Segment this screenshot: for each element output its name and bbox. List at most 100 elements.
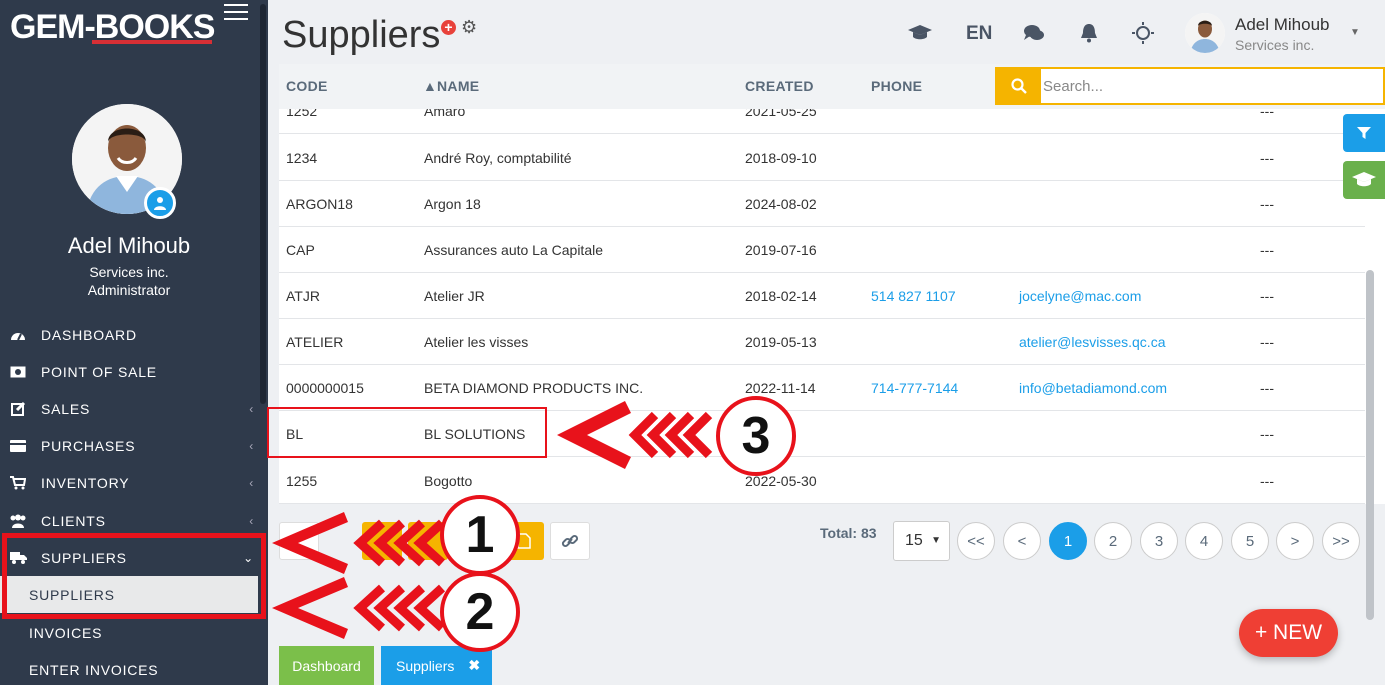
column-code[interactable]: CODE [286, 78, 328, 94]
per-page-value: 15 [905, 532, 923, 549]
filter-icon[interactable] [1343, 114, 1385, 152]
page-prev[interactable]: < [1003, 522, 1041, 560]
brightness-icon[interactable] [1130, 20, 1156, 46]
cell-extra: --- [1260, 196, 1274, 212]
table-row[interactable]: ATELIER Atelier les visses 2019-05-13 at… [279, 319, 1365, 365]
main-scrollbar[interactable] [1366, 110, 1376, 620]
page-3[interactable]: 3 [1140, 522, 1178, 560]
cell-phone[interactable]: 714-777-7144 [871, 380, 958, 396]
column-phone[interactable]: PHONE [871, 78, 922, 94]
page-5[interactable]: 5 [1231, 522, 1269, 560]
user-name: Adel Mihoub [67, 233, 191, 258]
language-selector[interactable]: EN [966, 23, 992, 45]
nav-invoices[interactable]: INVOICES [0, 614, 258, 651]
table-row[interactable]: ATJR Atelier JR 2018-02-14 514 827 1107 … [279, 273, 1365, 319]
menu-toggle-icon[interactable] [224, 4, 248, 22]
per-page-select[interactable]: 15 ▼ [893, 521, 950, 561]
tab-label: Suppliers [396, 657, 455, 674]
cell-name: Argon 18 [424, 196, 481, 212]
cell-code: ATJR [286, 288, 320, 304]
cell-created: 2024-08-02 [745, 196, 817, 212]
cell-extra: --- [1260, 334, 1274, 350]
table-row[interactable]: 1234 André Roy, comptabilité 2018-09-10 … [279, 135, 1365, 181]
cell-created: 2022-11-14 [745, 380, 816, 396]
cell-extra: --- [1260, 426, 1274, 442]
cart-icon [9, 475, 27, 490]
chevron-left-icon: ‹ [249, 476, 254, 490]
page-last[interactable]: >> [1322, 522, 1360, 560]
callout-2: 2 [440, 572, 520, 652]
chat-icon[interactable] [1021, 20, 1047, 46]
add-supplier-icon[interactable]: + [441, 20, 456, 35]
chevron-left-icon: ‹ [249, 514, 254, 528]
new-button[interactable]: + NEW [1239, 609, 1338, 657]
dashboard-icon [9, 328, 27, 342]
tab-label: Dashboard [292, 657, 361, 674]
table-row[interactable]: ARGON18 Argon 18 2024-08-02 --- [279, 181, 1365, 227]
edit-icon [9, 401, 27, 416]
nav-label: POINT OF SALE [41, 363, 157, 380]
cell-name: Atelier JR [424, 288, 485, 304]
cell-code: ARGON18 [286, 196, 353, 212]
search-input[interactable] [1043, 71, 1379, 101]
cell-phone[interactable]: 514 827 1107 [871, 288, 956, 304]
nav-label: INVENTORY [41, 474, 130, 491]
arrow-1-icon [272, 512, 446, 574]
nav-enter-invoices[interactable]: ENTER INVOICES [0, 651, 258, 685]
cell-code: 1255 [286, 473, 318, 489]
link-icon[interactable] [550, 522, 590, 560]
users-icon [9, 514, 27, 528]
page-first[interactable]: << [957, 522, 995, 560]
nav-label: SALES [41, 400, 91, 417]
table-row[interactable]: 1255 Bogotto 2022-05-30 --- [279, 458, 1365, 504]
cell-extra: --- [1260, 380, 1274, 396]
cell-extra: --- [1260, 288, 1274, 304]
money-icon [9, 365, 27, 379]
page-4[interactable]: 4 [1185, 522, 1223, 560]
tutorial-cap-icon[interactable] [1343, 161, 1385, 199]
page-2[interactable]: 2 [1094, 522, 1132, 560]
arrow-3-icon [557, 401, 713, 469]
suppliers-highlight [2, 533, 266, 619]
cell-created: 2019-07-16 [745, 242, 817, 258]
nav-label: PURCHASES [41, 437, 136, 454]
search-icon[interactable] [997, 69, 1041, 103]
cell-created: 2019-05-13 [745, 334, 817, 350]
sort-asc-icon[interactable]: ▲ [423, 78, 437, 94]
tab-dashboard[interactable]: Dashboard [279, 646, 374, 685]
column-name[interactable]: NAME [437, 78, 479, 94]
gear-icon[interactable]: ⚙ [461, 17, 477, 38]
cell-email[interactable]: info@betadiamond.com [1019, 380, 1167, 396]
bell-icon[interactable] [1076, 20, 1102, 46]
logo-underline [92, 40, 212, 44]
header-user-name[interactable]: Adel Mihoub [1235, 15, 1330, 35]
nav-purchases[interactable]: PURCHASES ‹ [0, 427, 258, 464]
user-company: Services inc. [89, 264, 169, 280]
cell-name: BETA DIAMOND PRODUCTS INC. [424, 380, 644, 396]
header-avatar[interactable] [1185, 13, 1225, 53]
arrow-2-icon [272, 577, 446, 639]
nav-point-of-sale[interactable]: POINT OF SALE [0, 353, 258, 390]
cell-name: Assurances auto La Capitale [424, 242, 603, 258]
cell-created: 2018-02-14 [745, 288, 817, 304]
nav-inventory[interactable]: INVENTORY ‹ [0, 464, 258, 501]
total-count: Total: 83 [820, 525, 877, 541]
cell-created: 2018-09-10 [745, 150, 817, 166]
cell-email[interactable]: jocelyne@mac.com [1019, 288, 1141, 304]
cell-code: 0000000015 [286, 380, 364, 396]
nav-sales[interactable]: SALES ‹ [0, 390, 258, 427]
page-1[interactable]: 1 [1049, 522, 1087, 560]
tab-suppliers[interactable]: Suppliers ✖ [381, 646, 492, 685]
graduation-cap-icon[interactable] [907, 20, 933, 46]
nav-dashboard[interactable]: DASHBOARD [0, 316, 258, 353]
page-next[interactable]: > [1276, 522, 1314, 560]
cell-name: Atelier les visses [424, 334, 529, 350]
table-row[interactable]: CAP Assurances auto La Capitale 2019-07-… [279, 227, 1365, 273]
search-box [995, 67, 1385, 105]
cell-email[interactable]: atelier@lesvisses.qc.ca [1019, 334, 1166, 350]
cell-code: 1234 [286, 150, 318, 166]
close-icon[interactable]: ✖ [468, 657, 480, 674]
column-created[interactable]: CREATED [745, 78, 814, 94]
caret-down-icon[interactable]: ▼ [1350, 27, 1360, 38]
table-row[interactable]: 0000000015 BETA DIAMOND PRODUCTS INC. 20… [279, 365, 1365, 411]
